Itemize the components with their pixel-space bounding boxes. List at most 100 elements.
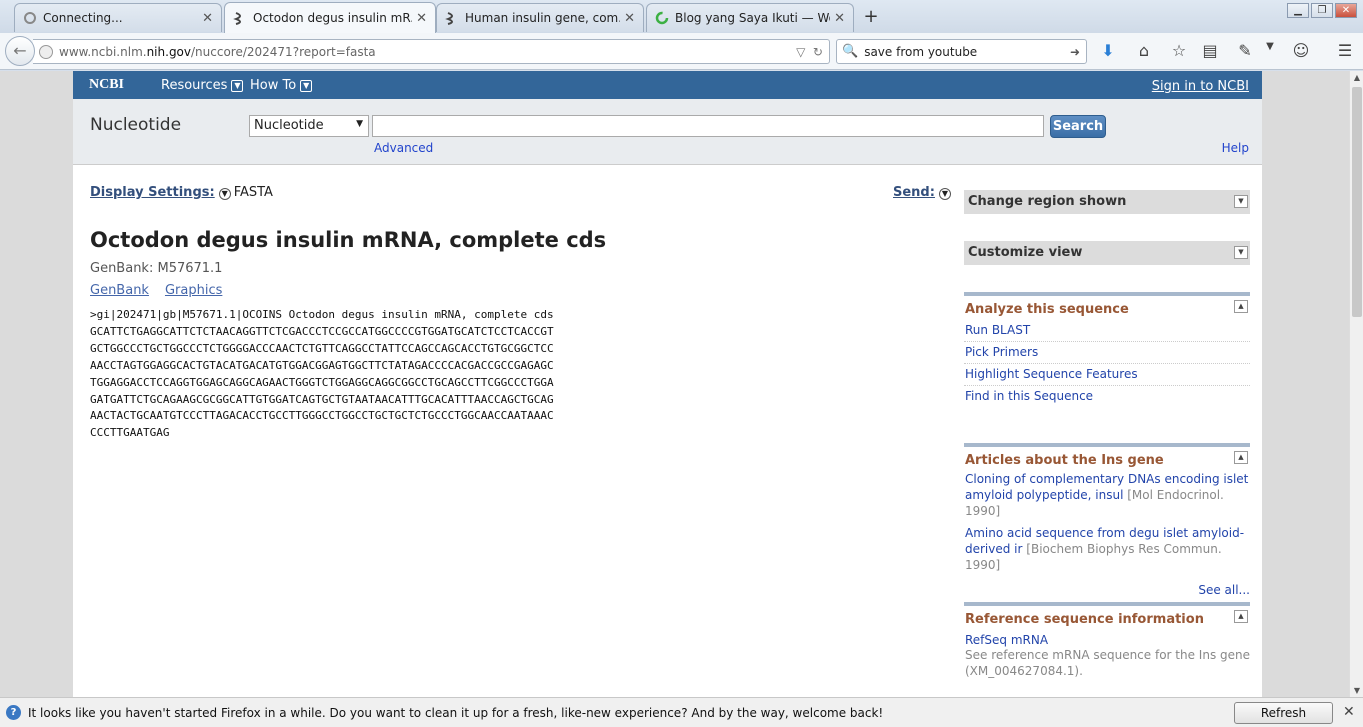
see-all-link[interactable]: See all...: [964, 579, 1250, 597]
search-panel: Nucleotide Nucleotide ▼ Search Advanced H…: [73, 99, 1262, 165]
fasta-line: GATGATTCTGCAGAAGCGCGGCATTGTGGATCAGTGCTGT…: [90, 392, 554, 406]
home-icon[interactable]: ⌂: [1133, 41, 1155, 60]
display-format: FASTA: [233, 185, 273, 200]
database-title: Nucleotide: [90, 115, 182, 135]
change-region-panel[interactable]: Change region shown ▼: [964, 190, 1250, 214]
refresh-firefox-button[interactable]: Refresh Firefox...: [1234, 702, 1333, 727]
ncbi-header: NCBI Resources ▼ How To ▼ Sign in to NCBI: [73, 71, 1262, 99]
refseq-panel: Reference sequence information ▲ RefSeq m…: [964, 602, 1250, 679]
collapse-icon[interactable]: ▲: [1234, 300, 1248, 313]
chevron-down-icon: ▼: [300, 80, 313, 92]
database-select-value: Nucleotide: [254, 118, 324, 133]
resources-label: Resources: [161, 78, 228, 93]
tab-connecting[interactable]: Connecting... ✕: [14, 3, 222, 32]
search-go-icon[interactable]: ➜: [1070, 45, 1080, 59]
analyze-title: Analyze this sequence: [965, 302, 1129, 317]
collapse-icon[interactable]: ▲: [1234, 451, 1248, 464]
change-region-header[interactable]: Change region shown ▼: [964, 190, 1250, 214]
page-scrollbar[interactable]: ▲ ▼: [1349, 71, 1363, 697]
scroll-up-icon[interactable]: ▲: [1350, 73, 1363, 82]
articles-panel: Articles about the Ins gene ▲ Cloning of …: [964, 443, 1250, 597]
refseq-mrna-link[interactable]: RefSeq mRNA: [964, 630, 1250, 647]
articles-title: Articles about the Ins gene: [965, 453, 1164, 468]
customize-view-panel[interactable]: Customize view ▼: [964, 241, 1250, 265]
tab-title: Blog yang Saya Ikuti — Wo...: [675, 11, 831, 25]
close-icon[interactable]: ✕: [1343, 704, 1355, 720]
genbank-link[interactable]: GenBank: [90, 283, 149, 298]
close-tab-icon[interactable]: ✕: [624, 11, 635, 26]
tab-title: Human insulin gene, com...: [465, 11, 621, 25]
display-settings: Display Settings: ▼ FASTA: [90, 185, 273, 200]
tab-octodon[interactable]: Octodon degus insulin mR... ✕: [224, 2, 436, 33]
pick-primers-link[interactable]: Pick Primers: [964, 342, 1250, 364]
tools-icon[interactable]: ✎: [1234, 41, 1256, 60]
notification-bar: ? It looks like you haven't started Fire…: [0, 697, 1363, 727]
chevron-down-icon: ▼: [231, 80, 244, 92]
bookmark-star-icon[interactable]: ☆: [1168, 41, 1190, 60]
fasta-line: AACCTAGTGGAGGCACTGTACATGACATGTGGACGGAGTG…: [90, 358, 554, 372]
expand-icon[interactable]: ▼: [1234, 195, 1248, 208]
tab-human-insulin[interactable]: Human insulin gene, com... ✕: [436, 3, 644, 32]
format-links: GenBank Graphics: [90, 283, 238, 298]
close-tab-icon[interactable]: ✕: [834, 11, 845, 26]
search-icon: 🔍: [842, 44, 859, 59]
display-settings-link[interactable]: Display Settings:: [90, 185, 215, 200]
analyze-panel: Analyze this sequence ▲ Run BLAST Pick Pr…: [964, 292, 1250, 407]
customize-view-header[interactable]: Customize view ▼: [964, 241, 1250, 265]
question-icon: ?: [6, 705, 21, 720]
article-item[interactable]: Cloning of complementary DNAs encoding i…: [964, 471, 1250, 525]
minimize-button[interactable]: ▁: [1287, 3, 1309, 18]
search-term-input[interactable]: [372, 115, 1044, 137]
article-item[interactable]: Amino acid sequence from degu islet amyl…: [964, 525, 1250, 579]
tab-title: Connecting...: [43, 11, 123, 25]
highlight-features-link[interactable]: Highlight Sequence Features: [964, 364, 1250, 386]
send-link[interactable]: Send:: [893, 185, 935, 200]
database-select[interactable]: Nucleotide ▼: [249, 115, 369, 137]
download-icon[interactable]: ⬇: [1097, 41, 1119, 60]
tab-blog[interactable]: Blog yang Saya Ikuti — Wo... ✕: [646, 3, 854, 32]
change-region-label: Change region shown: [968, 194, 1127, 209]
url-prefix: www.ncbi.nlm.: [59, 44, 147, 59]
resources-menu[interactable]: Resources ▼: [161, 78, 244, 93]
maximize-button[interactable]: ❐: [1311, 3, 1333, 18]
chevron-down-icon[interactable]: ▼: [938, 188, 951, 200]
expand-icon[interactable]: ▼: [1234, 246, 1248, 259]
send-menu: Send: ▼: [893, 185, 954, 200]
reload-icon[interactable]: ▽ ↻: [796, 45, 823, 59]
fasta-line: GCTGGCCCTGCTGGCCCTCTGGGGACCCAACTCTGTTCAG…: [90, 341, 554, 355]
chat-icon[interactable]: ☺: [1290, 41, 1312, 60]
menu-icon[interactable]: ☰: [1334, 41, 1356, 60]
collapse-icon[interactable]: ▲: [1234, 610, 1248, 623]
analyze-header: Analyze this sequence ▲: [964, 292, 1250, 320]
find-in-sequence-link[interactable]: Find in this Sequence: [964, 386, 1250, 407]
close-window-button[interactable]: ✕: [1335, 3, 1357, 18]
help-link[interactable]: Help: [1222, 141, 1249, 155]
record-title: Octodon degus insulin mRNA, complete cds: [90, 228, 607, 252]
close-tab-icon[interactable]: ✕: [416, 11, 427, 26]
sign-in-link[interactable]: Sign in to NCBI: [1152, 79, 1249, 94]
chevron-down-icon[interactable]: ▼: [1259, 41, 1281, 52]
back-button[interactable]: ←: [5, 36, 35, 66]
close-tab-icon[interactable]: ✕: [202, 11, 213, 26]
scrollbar-thumb[interactable]: [1352, 87, 1362, 317]
search-button[interactable]: Search: [1050, 115, 1106, 138]
scroll-down-icon[interactable]: ▼: [1350, 686, 1363, 695]
advanced-link[interactable]: Advanced: [374, 141, 433, 155]
ncbi-logo[interactable]: NCBI: [89, 77, 124, 93]
dropdown-arrow-icon: ▼: [356, 119, 363, 129]
new-tab-button[interactable]: +: [858, 6, 884, 27]
globe-icon: [39, 44, 53, 59]
run-blast-link[interactable]: Run BLAST: [964, 320, 1250, 342]
fasta-sequence: >gi|202471|gb|M57671.1|OCOINS Octodon de…: [90, 307, 554, 442]
web-search-text: save from youtube: [864, 44, 978, 59]
howto-menu[interactable]: How To ▼: [250, 78, 313, 93]
url-host: nih.gov: [146, 44, 191, 59]
refseq-header: Reference sequence information ▲: [964, 602, 1250, 630]
graphics-link[interactable]: Graphics: [165, 283, 222, 298]
howto-label: How To: [250, 78, 297, 93]
bookmarks-list-icon[interactable]: ▤: [1199, 41, 1221, 60]
chevron-down-icon[interactable]: ▼: [218, 188, 231, 200]
ncbi-favicon: [445, 12, 453, 25]
web-search-box[interactable]: 🔍 save from youtube ➜: [836, 39, 1087, 64]
url-bar[interactable]: www.ncbi.nlm. nih.gov/nuccore/202471?repo…: [33, 39, 830, 64]
